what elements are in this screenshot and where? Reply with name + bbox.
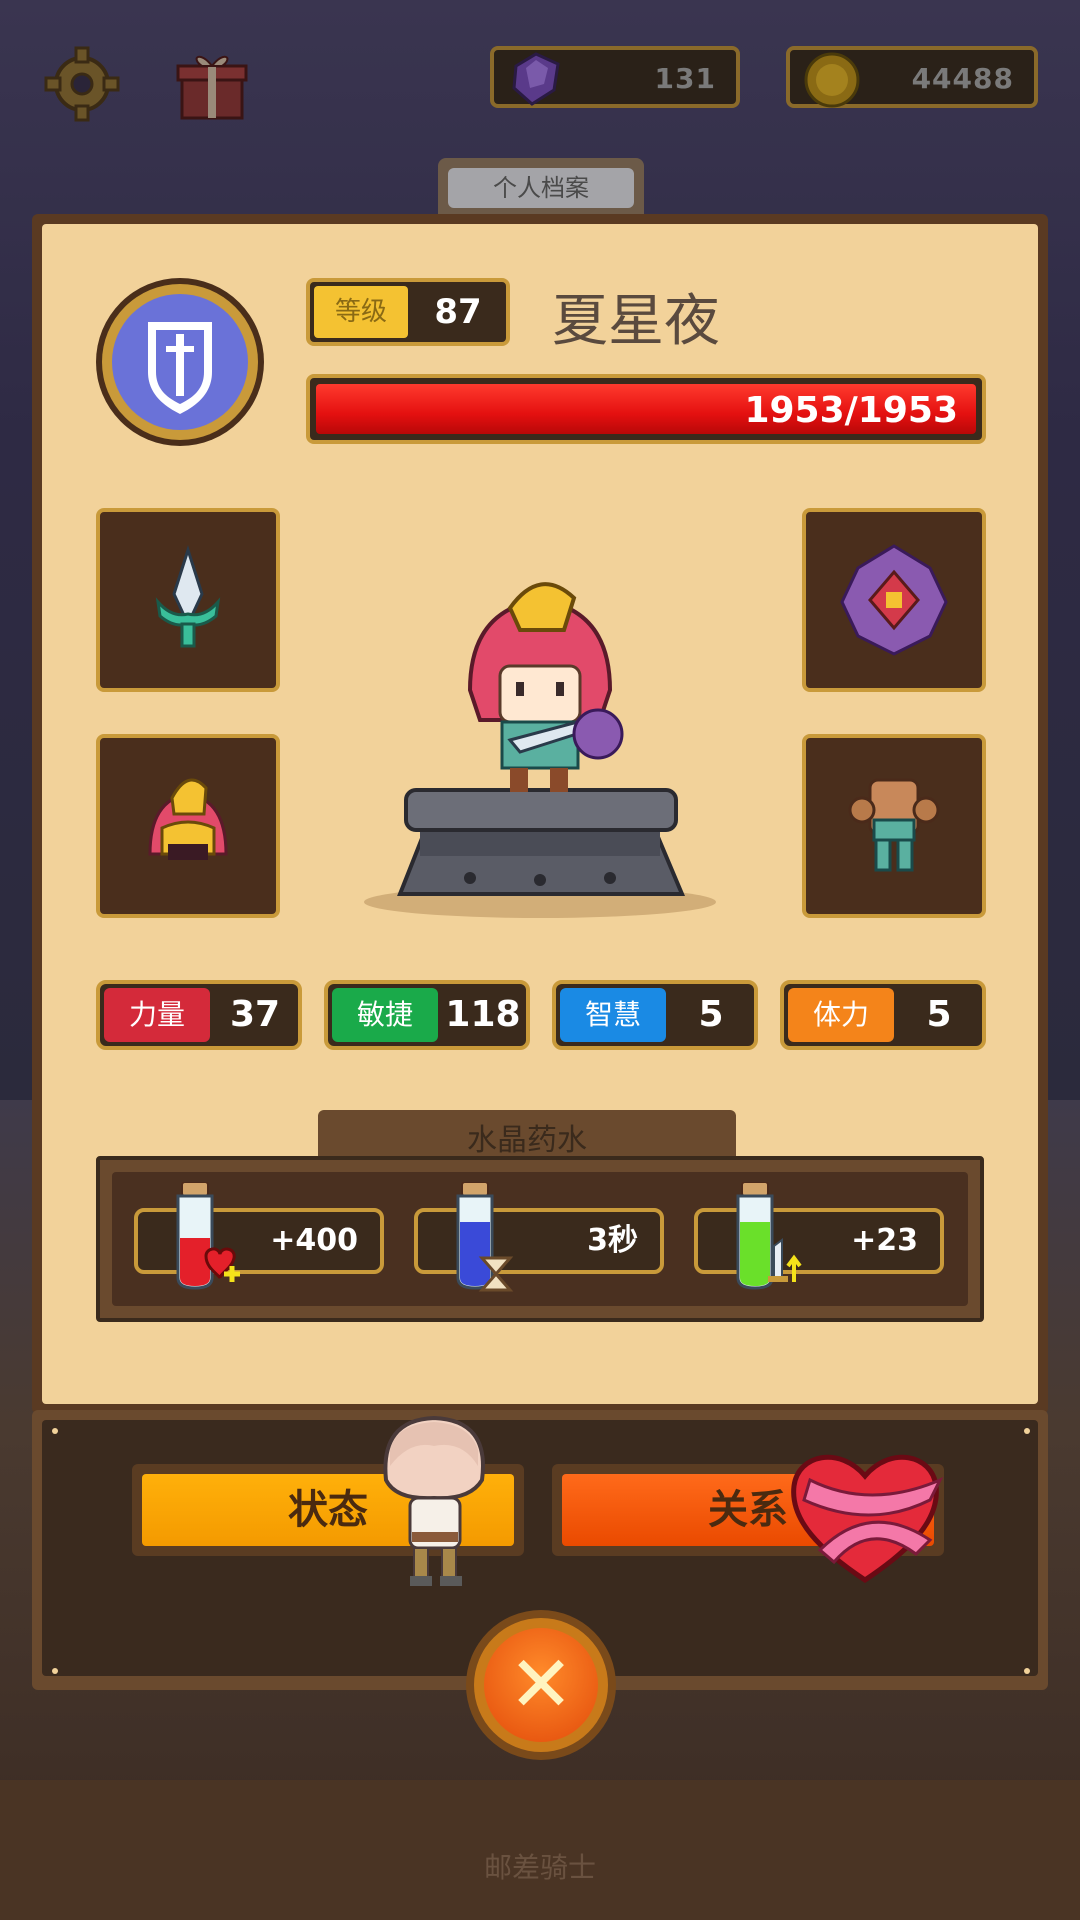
shield-icon	[840, 544, 948, 656]
gem-count: 131	[654, 62, 716, 95]
helmet-icon	[148, 778, 228, 860]
stat-wisdom: 智慧 5	[552, 980, 758, 1050]
level-value: 87	[434, 292, 482, 332]
heart-ribbon-icon	[780, 1440, 950, 1590]
potion-health[interactable]: +400	[134, 1182, 384, 1290]
gold-coin-icon	[800, 46, 864, 110]
red-potion-heart-icon	[176, 1182, 240, 1290]
armor-slot[interactable]	[802, 734, 986, 918]
coin-counter[interactable]: 44488	[786, 46, 1038, 108]
stat-value: 118	[445, 994, 521, 1035]
stat-value: 5	[698, 994, 724, 1035]
close-button[interactable]: ✕	[466, 1610, 616, 1760]
potion-value: +400	[270, 1223, 358, 1258]
stat-label: 力量	[104, 988, 210, 1042]
hero-character	[360, 570, 720, 920]
game-title-footer: 邮差骑士	[483, 1851, 596, 1884]
stat-label: 体力	[788, 988, 894, 1042]
hp-text: 1953/1953	[744, 390, 958, 431]
level-badge: 等级 87	[306, 278, 510, 346]
close-icon: ✕	[508, 1640, 574, 1730]
dagger-icon	[155, 545, 221, 648]
purple-gem-icon	[504, 46, 568, 110]
settings-gear-icon[interactable]	[42, 44, 122, 124]
blue-potion-hourglass-icon	[456, 1182, 514, 1292]
companion-character	[370, 1410, 500, 1590]
stat-strength: 力量 37	[96, 980, 302, 1050]
gem-counter[interactable]: 131	[490, 46, 740, 108]
stat-stamina: 体力 5	[780, 980, 986, 1050]
stat-label: 智慧	[560, 988, 666, 1042]
tab-title: 个人档案	[448, 168, 634, 208]
gift-box-icon[interactable]	[172, 44, 252, 124]
armor-icon	[848, 778, 940, 872]
hp-bar: 1953/1953	[306, 374, 986, 444]
player-name: 夏星夜	[552, 289, 720, 354]
potion-value: 3秒	[587, 1223, 638, 1258]
stat-label: 敏捷	[332, 988, 438, 1042]
stat-value: 37	[229, 994, 281, 1035]
coin-count: 44488	[911, 62, 1014, 95]
stat-value: 5	[926, 994, 952, 1035]
potion-value: +23	[851, 1223, 918, 1258]
stat-agility: 敏捷 118	[324, 980, 530, 1050]
profile-tab-header: 个人档案	[438, 158, 644, 216]
shield-slot[interactable]	[802, 508, 986, 692]
potion-attack[interactable]: +23	[694, 1182, 944, 1290]
helmet-slot[interactable]	[96, 734, 280, 918]
green-potion-sword-icon	[736, 1182, 802, 1290]
level-label: 等级	[314, 286, 408, 338]
guild-emblem-icon[interactable]	[96, 278, 264, 446]
potion-speed[interactable]: 3秒	[414, 1182, 664, 1292]
weapon-slot[interactable]	[96, 508, 280, 692]
